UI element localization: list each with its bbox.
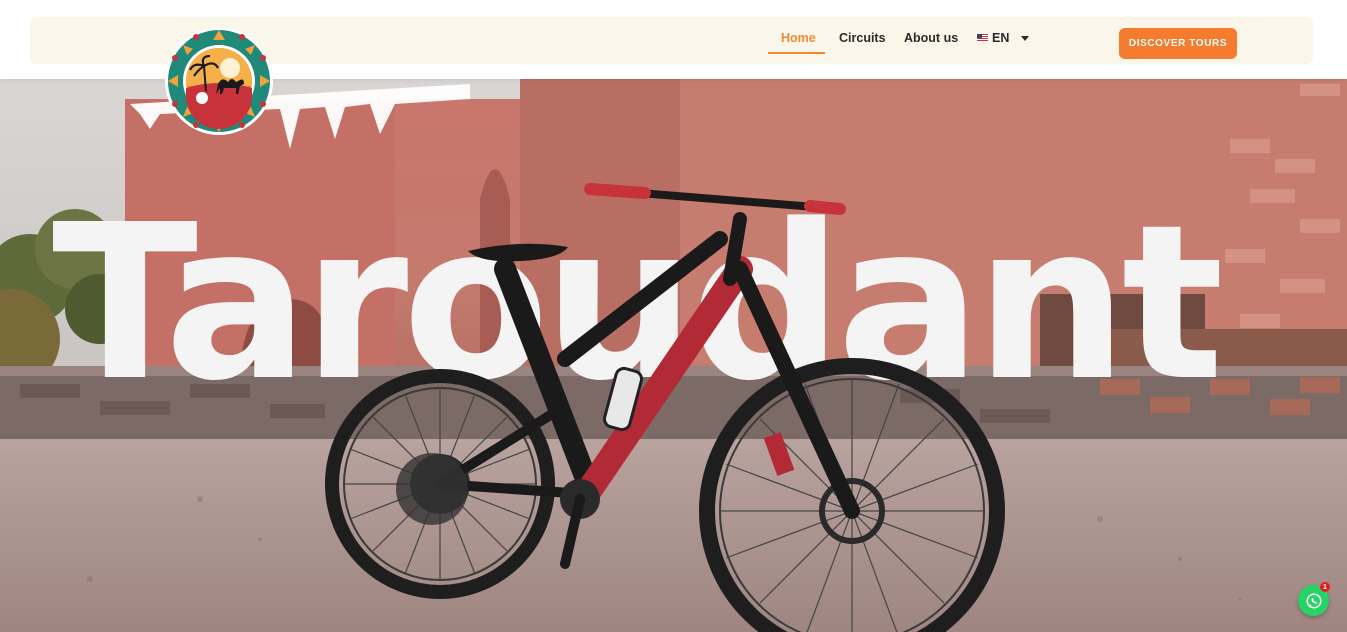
whatsapp-notification-badge: 1: [1320, 582, 1330, 592]
whatsapp-icon: [1306, 593, 1321, 608]
mountain-bike-image: [325, 183, 1005, 632]
language-selector[interactable]: EN: [977, 31, 1030, 45]
us-flag-icon: [977, 34, 988, 42]
nav-item-circuits[interactable]: Circuits: [839, 31, 886, 45]
nav-item-home[interactable]: Home: [781, 31, 816, 45]
hero-section: Taroudant: [0, 79, 1347, 632]
site-logo[interactable]: [164, 26, 274, 136]
language-label: EN: [992, 31, 1010, 45]
discover-tours-button[interactable]: DISCOVER TOURS: [1119, 28, 1237, 59]
nav-active-underline: [768, 52, 825, 54]
caret-down-icon: [1021, 35, 1030, 41]
nav-item-about-us[interactable]: About us: [904, 31, 958, 45]
